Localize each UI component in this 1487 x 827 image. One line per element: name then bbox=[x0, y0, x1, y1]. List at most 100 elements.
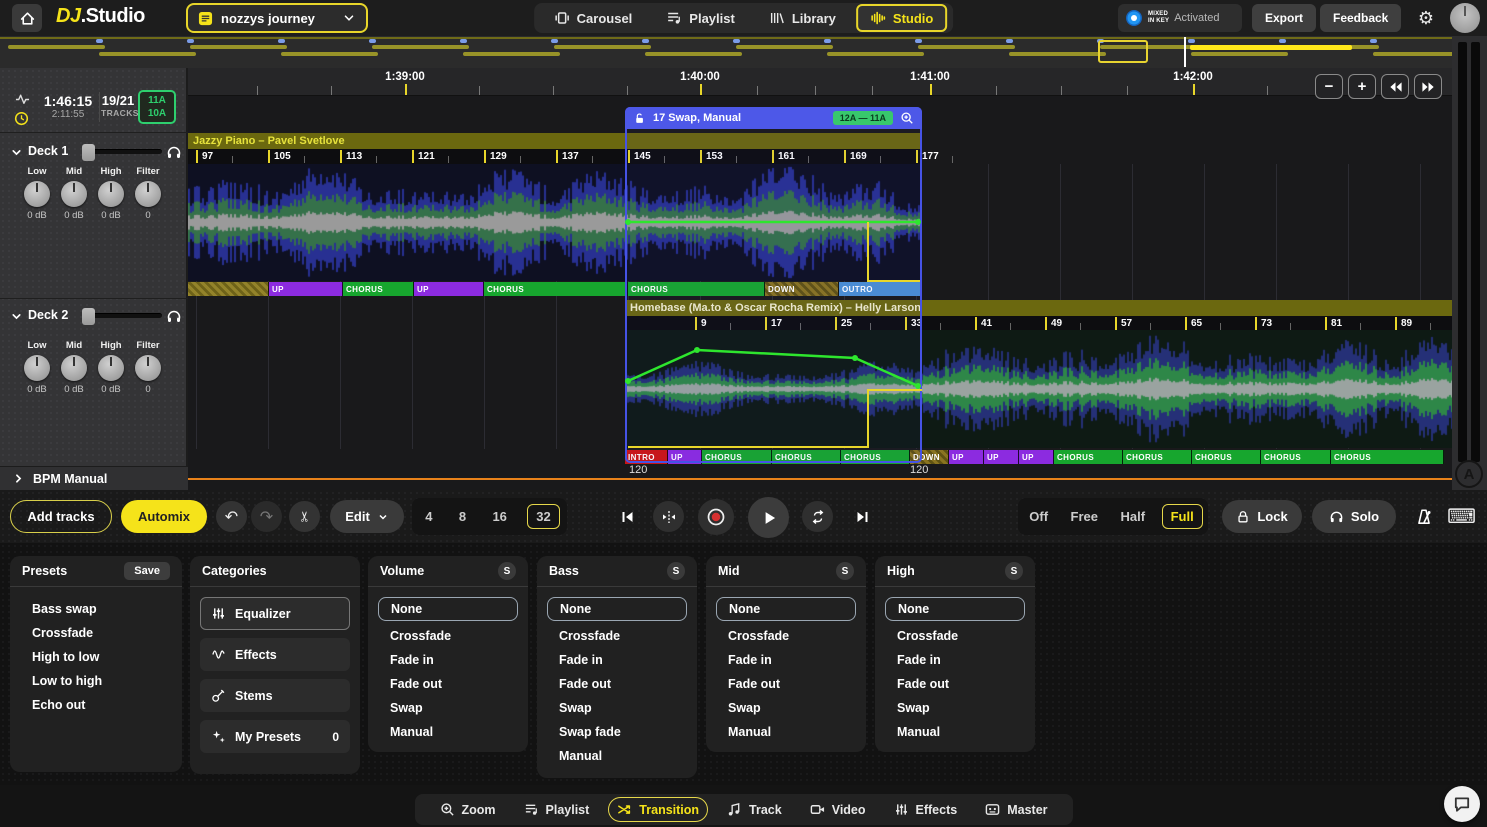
knob-dial-filter[interactable] bbox=[135, 355, 161, 381]
seek-back-button[interactable] bbox=[1381, 74, 1409, 99]
keyboard-shortcuts-button[interactable]: ⌨ bbox=[1446, 501, 1477, 532]
undo-button[interactable]: ↶ bbox=[216, 501, 247, 532]
beats-4[interactable]: 4 bbox=[419, 509, 438, 524]
automix-button[interactable]: Automix bbox=[121, 500, 207, 533]
option-fade-in[interactable]: Fade in bbox=[547, 648, 687, 672]
option-swap-fade[interactable]: Swap fade bbox=[547, 720, 687, 744]
overview-track-segment[interactable] bbox=[1191, 52, 1288, 56]
bottom-tab-video[interactable]: Video bbox=[801, 797, 875, 822]
solo-badge[interactable]: S bbox=[498, 562, 516, 580]
overview-track-segment[interactable] bbox=[372, 45, 469, 49]
knob-dial-mid[interactable] bbox=[61, 181, 87, 207]
metronome-button[interactable] bbox=[1408, 501, 1439, 532]
overview-track-segment[interactable] bbox=[554, 45, 651, 49]
category-item-equalizer[interactable]: Equalizer bbox=[200, 597, 350, 630]
project-selector[interactable]: nozzys journey bbox=[186, 3, 368, 33]
beats-16[interactable]: 16 bbox=[486, 509, 512, 524]
slider-thumb[interactable] bbox=[82, 308, 95, 325]
section-tag-up[interactable]: UP bbox=[1019, 450, 1054, 464]
overview-track-segment[interactable] bbox=[1009, 52, 1106, 56]
edit-menu-button[interactable]: Edit bbox=[330, 500, 404, 533]
section-tag-up[interactable]: UP bbox=[949, 450, 984, 464]
overview-track-segment[interactable] bbox=[645, 52, 742, 56]
overview-track-segment[interactable] bbox=[463, 52, 560, 56]
overview-track-segment[interactable] bbox=[281, 52, 378, 56]
export-button[interactable]: Export bbox=[1252, 4, 1316, 32]
zoom-in-button[interactable]: + bbox=[1348, 74, 1376, 99]
option-crossfade[interactable]: Crossfade bbox=[547, 624, 687, 648]
redo-button[interactable]: ↷ bbox=[251, 501, 282, 532]
knob-dial-high[interactable] bbox=[98, 355, 124, 381]
overview-track-segment[interactable] bbox=[1373, 52, 1452, 56]
option-none[interactable]: None bbox=[378, 597, 518, 621]
deck1-volume-slider[interactable] bbox=[84, 149, 162, 154]
mixed-in-key-status[interactable]: MIXEDIN KEY Activated bbox=[1118, 4, 1242, 32]
feedback-button[interactable]: Feedback bbox=[1320, 4, 1401, 32]
settings-gear-icon[interactable]: ⚙ bbox=[1412, 4, 1440, 32]
section-tag-chorus[interactable]: CHORUS bbox=[1123, 450, 1192, 464]
knob-dial-mid[interactable] bbox=[61, 355, 87, 381]
overview-track-segment[interactable] bbox=[736, 45, 833, 49]
bottom-tab-playlist[interactable]: Playlist bbox=[515, 797, 599, 822]
beats-8[interactable]: 8 bbox=[453, 509, 472, 524]
overview-track-segment[interactable] bbox=[99, 52, 196, 56]
sync-full[interactable]: Full bbox=[1162, 504, 1203, 529]
section-tag-chorus[interactable]: CHORUS bbox=[1331, 450, 1444, 464]
option-manual[interactable]: Manual bbox=[378, 720, 518, 744]
seek-forward-button[interactable] bbox=[1414, 74, 1442, 99]
knob-dial-low[interactable] bbox=[24, 355, 50, 381]
knob-dial-low[interactable] bbox=[24, 181, 50, 207]
record-button[interactable] bbox=[698, 499, 734, 535]
solo-button[interactable]: Solo bbox=[1312, 500, 1396, 533]
section-tag-up[interactable]: UP bbox=[984, 450, 1019, 464]
cut-button[interactable]: ✂ bbox=[289, 501, 320, 532]
play-button[interactable] bbox=[748, 497, 789, 538]
option-fade-out[interactable]: Fade out bbox=[547, 672, 687, 696]
beats-32[interactable]: 32 bbox=[527, 504, 559, 529]
category-item-stems[interactable]: Stems bbox=[200, 679, 350, 712]
bottom-tab-master[interactable]: Master bbox=[976, 797, 1056, 822]
option-none[interactable]: None bbox=[716, 597, 856, 621]
option-none[interactable]: None bbox=[547, 597, 687, 621]
preset-item-echo-out[interactable]: Echo out bbox=[20, 693, 172, 717]
solo-badge[interactable]: S bbox=[1005, 562, 1023, 580]
slider-thumb[interactable] bbox=[82, 144, 95, 161]
section-tag-chorus[interactable]: CHORUS bbox=[343, 282, 414, 296]
bottom-tab-track[interactable]: Track bbox=[718, 797, 791, 822]
sync-off[interactable]: Off bbox=[1023, 509, 1054, 524]
option-fade-in[interactable]: Fade in bbox=[885, 648, 1025, 672]
section-tag-chorus[interactable]: CHORUS bbox=[1054, 450, 1123, 464]
preset-item-bass-swap[interactable]: Bass swap bbox=[20, 597, 172, 621]
save-preset-button[interactable]: Save bbox=[124, 562, 170, 580]
option-manual[interactable]: Manual bbox=[716, 720, 856, 744]
section-tag-blank[interactable] bbox=[188, 282, 269, 296]
overview-selected-segment[interactable] bbox=[1190, 45, 1352, 50]
option-fade-in[interactable]: Fade in bbox=[378, 648, 518, 672]
option-manual[interactable]: Manual bbox=[885, 720, 1025, 744]
overview-track-segment[interactable] bbox=[8, 45, 105, 49]
option-none[interactable]: None bbox=[885, 597, 1025, 621]
preset-item-high-to-low[interactable]: High to low bbox=[20, 645, 172, 669]
overview-track-segment[interactable] bbox=[918, 45, 1015, 49]
bpm-manual-section[interactable]: BPM Manual bbox=[0, 466, 188, 490]
overview-viewport-rect[interactable] bbox=[1098, 40, 1148, 63]
option-crossfade[interactable]: Crossfade bbox=[885, 624, 1025, 648]
jump-playhead-button[interactable] bbox=[653, 501, 684, 532]
time-ruler[interactable]: 1:39:001:40:001:41:001:42:00 bbox=[188, 68, 1452, 96]
magnifier-icon[interactable] bbox=[900, 111, 914, 125]
preset-item-low-to-high[interactable]: Low to high bbox=[20, 669, 172, 693]
lock-button[interactable]: Lock bbox=[1222, 500, 1302, 533]
chat-bubble-button[interactable] bbox=[1444, 786, 1480, 822]
sync-free[interactable]: Free bbox=[1065, 509, 1104, 524]
option-fade-out[interactable]: Fade out bbox=[378, 672, 518, 696]
chevron-down-icon[interactable] bbox=[10, 310, 23, 323]
overview-track-segment[interactable] bbox=[827, 52, 924, 56]
nav-tab-library[interactable]: Library bbox=[755, 4, 850, 32]
skip-end-button[interactable] bbox=[847, 501, 878, 532]
option-swap[interactable]: Swap bbox=[716, 696, 856, 720]
sync-half[interactable]: Half bbox=[1115, 509, 1152, 524]
section-tag-up[interactable]: UP bbox=[269, 282, 343, 296]
deck2-volume-slider[interactable] bbox=[84, 313, 162, 318]
option-manual[interactable]: Manual bbox=[547, 744, 687, 768]
nav-tab-playlist[interactable]: Playlist bbox=[652, 4, 749, 32]
